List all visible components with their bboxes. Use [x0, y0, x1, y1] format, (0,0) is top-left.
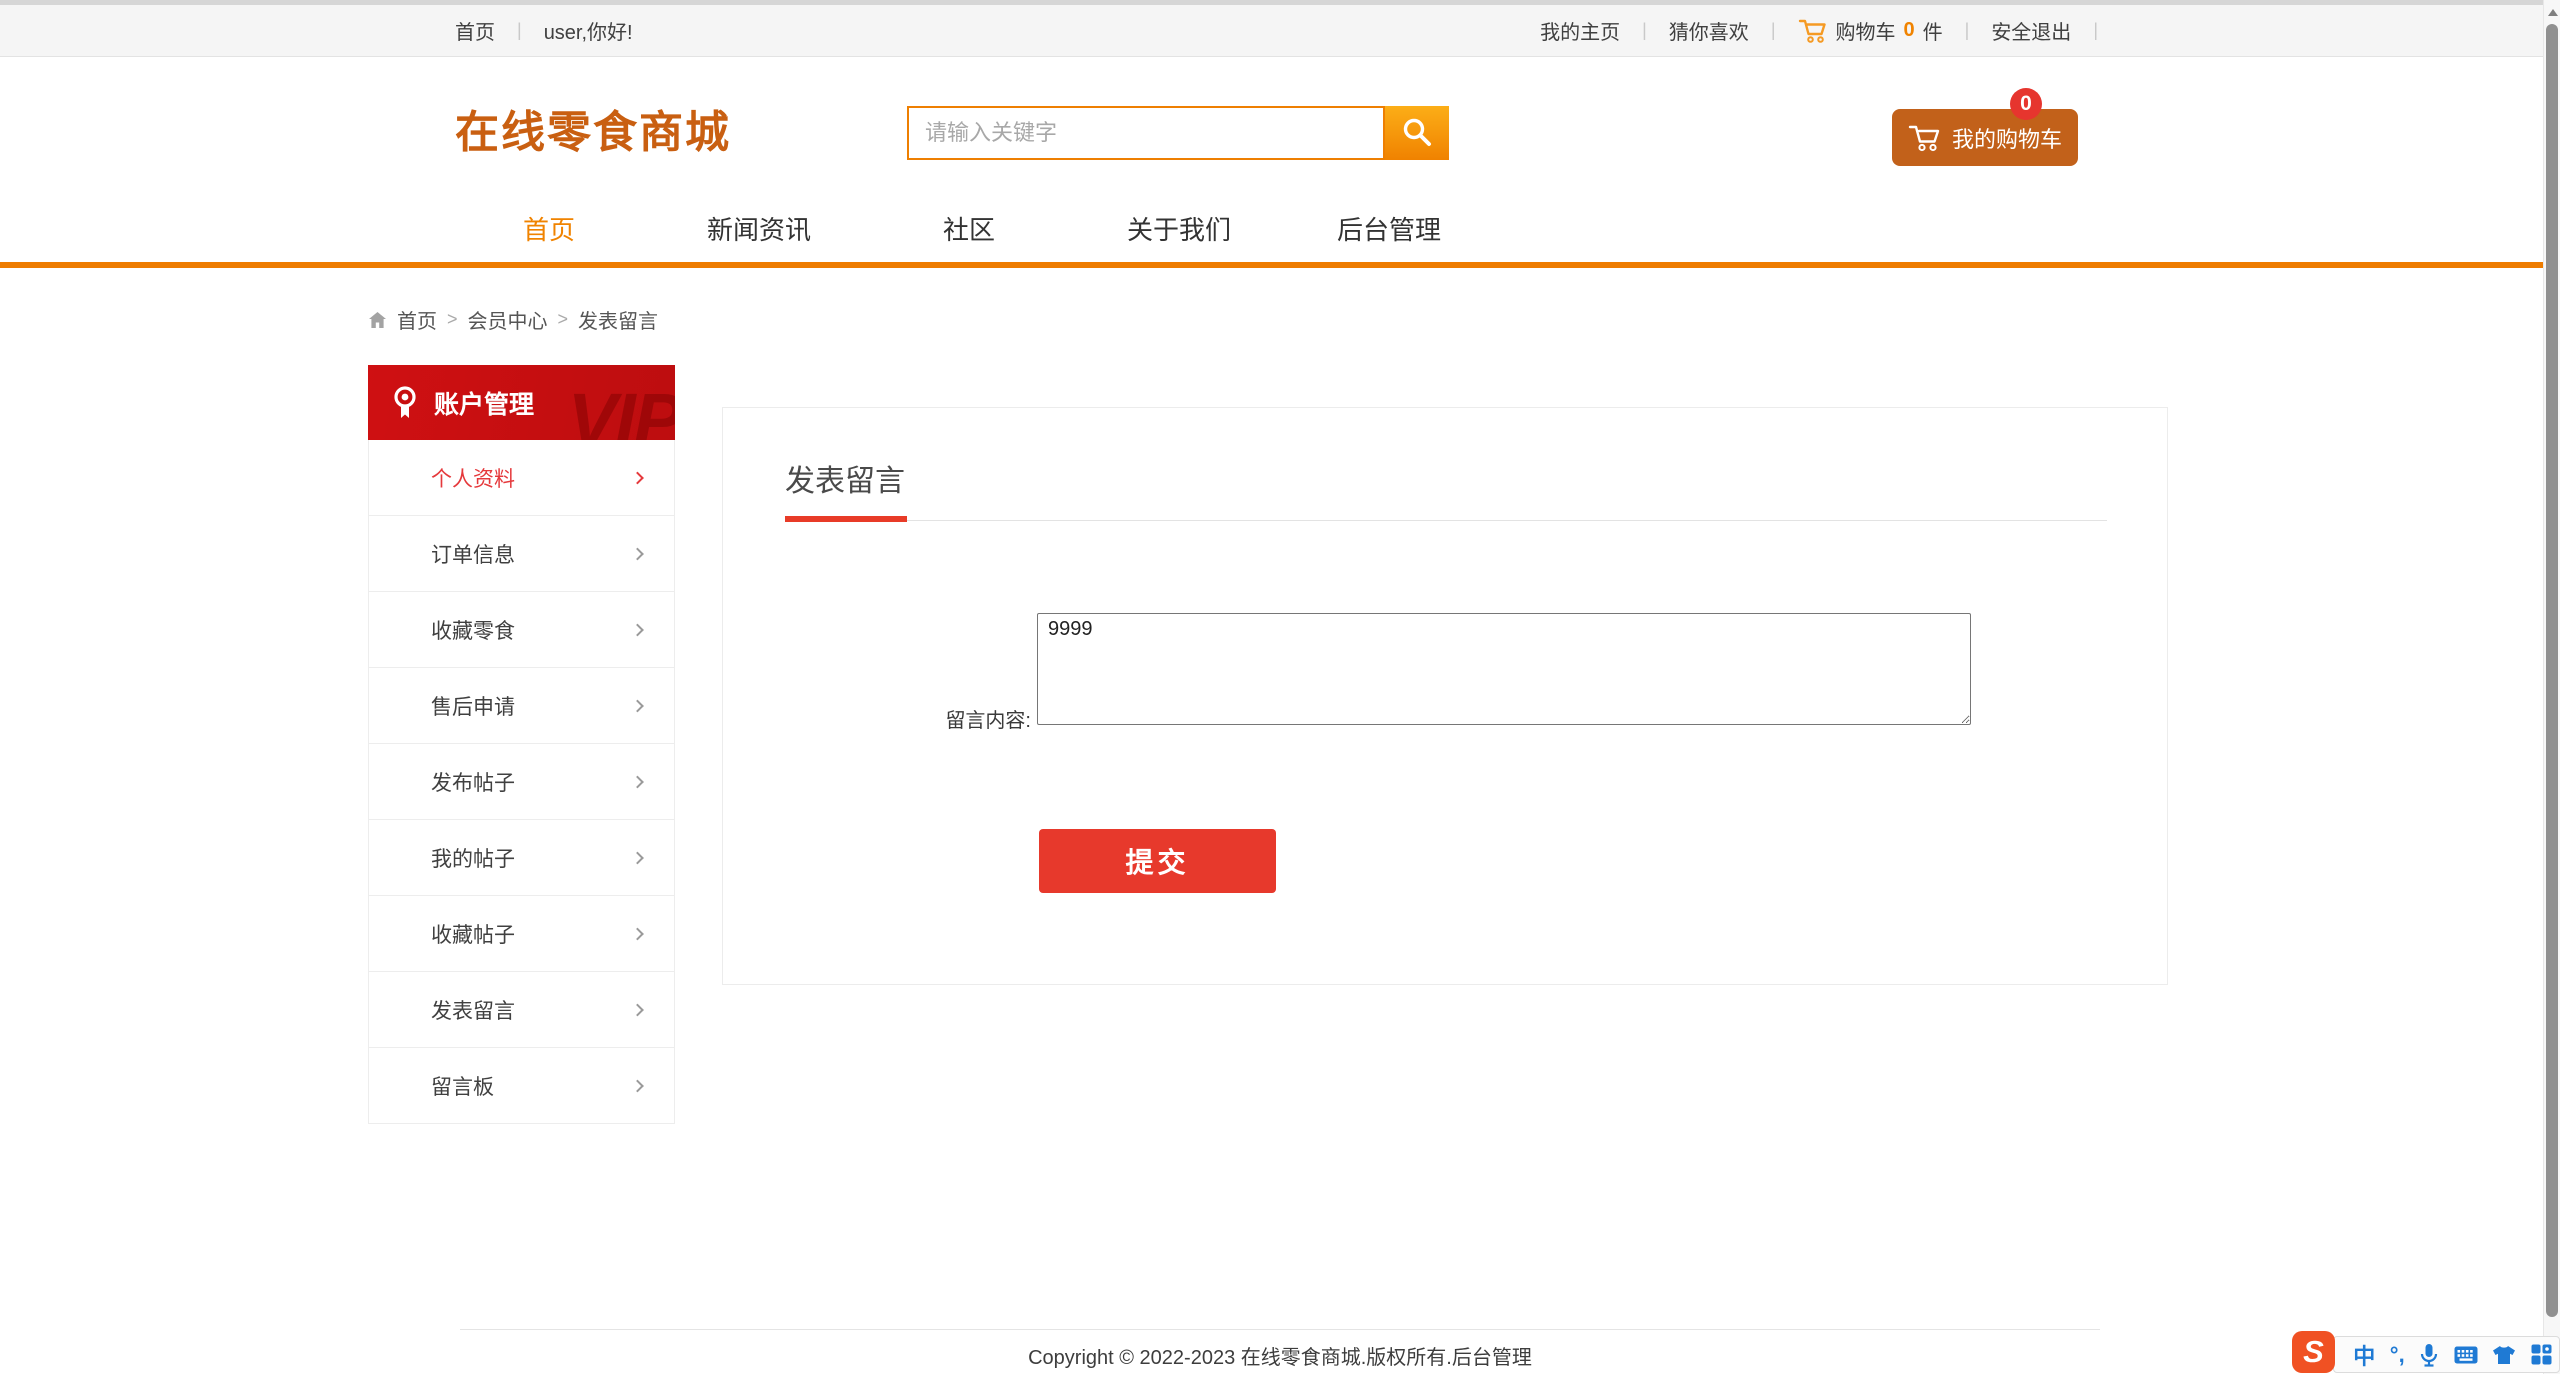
chinese-mode-icon[interactable]: 中 — [2353, 1339, 2375, 1371]
sidebar-item-label: 收藏零食 — [431, 619, 515, 643]
search-input[interactable] — [907, 106, 1385, 160]
chevron-right-icon — [631, 1079, 644, 1092]
scrollbar-up-arrow-icon[interactable] — [2548, 9, 2558, 16]
topbar-cart-label: 购物车 — [1835, 22, 1896, 44]
chevron-right-icon — [631, 699, 644, 712]
nav-item-community[interactable]: 社区 — [864, 210, 1074, 247]
account-sidebar: 账户管理 VIP 个人资料 订单信息 收藏零食 售后申请 发布帖子 我的帖子 收… — [368, 365, 675, 1124]
cart-icon — [1908, 123, 1942, 153]
chevron-right-icon — [631, 471, 644, 484]
cart-icon — [1798, 18, 1828, 44]
breadcrumb-home[interactable]: 首页 — [397, 305, 437, 334]
title-accent-bar — [785, 516, 907, 522]
sidebar-item-label: 收藏帖子 — [431, 923, 515, 947]
nav-item-admin[interactable]: 后台管理 — [1284, 210, 1494, 247]
sidebar-item-aftersales[interactable]: 售后申请 — [368, 668, 675, 744]
sidebar-item-post-message[interactable]: 发表留言 — [368, 972, 675, 1048]
divider: | — [517, 20, 522, 40]
breadcrumb-member[interactable]: 会员中心 — [468, 305, 548, 334]
sidebar-header: 账户管理 VIP — [368, 365, 675, 440]
message-content-textarea[interactable]: 9999 — [1037, 613, 1971, 725]
topbar-cart-link[interactable]: 购物车 0 件 — [1798, 16, 1943, 45]
sidebar-item-label: 我的帖子 — [431, 847, 515, 871]
sidebar-item-label: 发表留言 — [431, 999, 515, 1023]
chevron-right-icon — [631, 775, 644, 788]
divider: | — [2093, 20, 2098, 40]
breadcrumb: 首页 > 会员中心 > 发表留言 — [368, 305, 658, 334]
sidebar-item-label: 个人资料 — [431, 467, 515, 491]
keyboard-icon[interactable] — [2454, 1346, 2478, 1364]
topbar-guess-link[interactable]: 猜你喜欢 — [1669, 16, 1749, 45]
vertical-scrollbar[interactable] — [2543, 0, 2560, 1374]
sidebar-title: 账户管理 — [434, 390, 535, 419]
site-logo[interactable]: 在线零食商城 — [455, 96, 731, 160]
chevron-right-icon — [631, 1003, 644, 1016]
breadcrumb-current: 发表留言 — [578, 311, 659, 333]
sidebar-item-label: 订单信息 — [431, 543, 515, 567]
footer-admin-link[interactable]: 后台管理 — [1452, 1347, 1532, 1369]
skin-shirt-icon[interactable] — [2492, 1345, 2516, 1365]
vip-watermark: VIP — [567, 378, 675, 440]
chevron-right-icon — [631, 547, 644, 560]
title-divider — [785, 520, 2107, 521]
topbar-cart-count: 0 — [1903, 19, 1915, 41]
toolbox-grid-icon[interactable] — [2531, 1344, 2552, 1365]
topbar-left: 首页 | user,你好! — [455, 16, 633, 45]
medal-icon — [392, 385, 418, 420]
my-cart-button[interactable]: 我的购物车 — [1892, 109, 2078, 166]
footer-divider — [460, 1329, 2100, 1330]
topbar-cart-unit: 件 — [1922, 22, 1943, 44]
topbar-myhome-link[interactable]: 我的主页 — [1540, 16, 1620, 45]
page-title: 发表留言 — [785, 465, 905, 498]
chevron-right-icon — [631, 851, 644, 864]
message-content-label: 留言内容: — [945, 710, 1031, 732]
topbar-greeting: user,你好! — [543, 22, 633, 44]
copyright-text: Copyright © 2022-2023 在线零食商城.版权所有. — [1028, 1347, 1452, 1369]
chevron-right-icon — [631, 623, 644, 636]
sidebar-item-my-posts[interactable]: 我的帖子 — [368, 820, 675, 896]
scrollbar-thumb[interactable] — [2546, 24, 2558, 1317]
breadcrumb-separator: > — [447, 309, 458, 329]
punctuation-icon[interactable]: °, — [2390, 1342, 2405, 1368]
divider: | — [1964, 20, 1970, 40]
topbar-logout-link[interactable]: 安全退出 — [1991, 16, 2071, 45]
cart-count-badge: 0 — [2010, 88, 2042, 120]
ime-toolbar: 中 °, — [2333, 1336, 2560, 1373]
sidebar-item-label: 留言板 — [431, 1075, 494, 1099]
sidebar-item-favorite-snacks[interactable]: 收藏零食 — [368, 592, 675, 668]
message-form-card: 发表留言 留言内容: 9999 提交 — [722, 407, 2168, 985]
sidebar-item-orders[interactable]: 订单信息 — [368, 516, 675, 592]
search-icon — [1400, 116, 1434, 150]
sidebar-item-label: 售后申请 — [431, 695, 515, 719]
search-bar — [907, 106, 1449, 160]
search-button[interactable] — [1385, 106, 1449, 160]
topbar-home-link[interactable]: 首页 — [455, 16, 495, 45]
nav-item-about[interactable]: 关于我们 — [1074, 210, 1284, 247]
home-icon — [368, 311, 387, 329]
chevron-right-icon — [631, 927, 644, 940]
submit-button[interactable]: 提交 — [1039, 829, 1276, 893]
my-cart-button-label: 我的购物车 — [1951, 126, 2062, 152]
sidebar-item-create-post[interactable]: 发布帖子 — [368, 744, 675, 820]
divider: | — [1642, 20, 1647, 40]
sogou-logo-icon[interactable]: S — [2292, 1331, 2335, 1373]
sidebar-item-profile[interactable]: 个人资料 — [368, 440, 675, 516]
top-utility-bar: 首页 | user,你好! 我的主页 | 猜你喜欢 | 购物车 0 件 | 安全退出… — [0, 5, 2560, 57]
main-nav: 首页 新闻资讯 社区 关于我们 后台管理 — [0, 195, 2560, 268]
breadcrumb-separator: > — [557, 309, 569, 329]
divider: | — [1770, 20, 1776, 40]
sidebar-item-label: 发布帖子 — [431, 771, 515, 795]
microphone-icon[interactable] — [2419, 1343, 2439, 1367]
nav-item-home[interactable]: 首页 — [444, 210, 654, 247]
footer-copyright: Copyright © 2022-2023 在线零食商城.版权所有.后台管理 — [460, 1341, 2100, 1370]
sidebar-item-favorite-posts[interactable]: 收藏帖子 — [368, 896, 675, 972]
sidebar-item-message-board[interactable]: 留言板 — [368, 1048, 675, 1124]
nav-item-news[interactable]: 新闻资讯 — [654, 210, 864, 247]
topbar-right: 我的主页 | 猜你喜欢 | 购物车 0 件 | 安全退出 | — [1540, 16, 2098, 45]
